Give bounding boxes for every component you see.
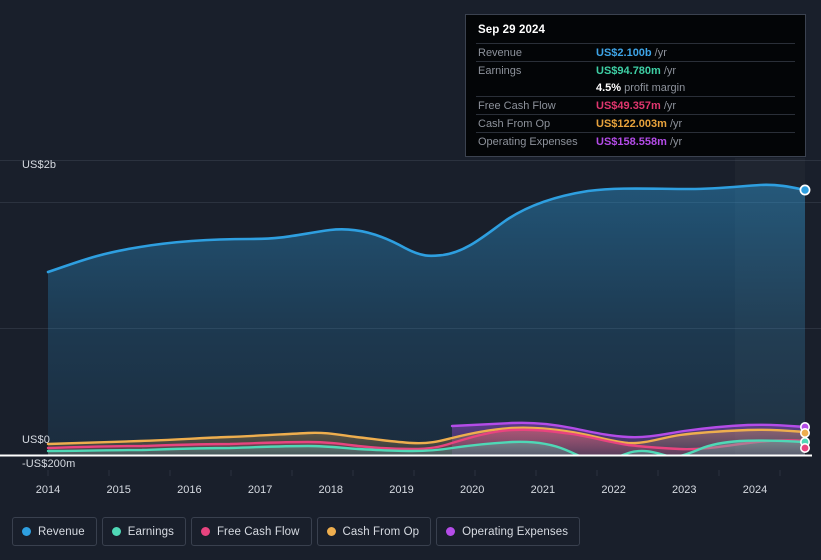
legend-item-operating-expenses[interactable]: Operating Expenses [436, 517, 581, 546]
y-axis-label-negative: -US$200m [22, 458, 76, 470]
x-tick-marks [47, 470, 781, 476]
tooltip-label-cash-from-op: Cash From Op [478, 117, 551, 130]
series-area-revenue [48, 184, 805, 455]
x-axis-tick-2024: 2024 [742, 484, 768, 496]
tooltip-row-operating-expenses: Operating Expenses US$158.558m /yr [476, 132, 795, 150]
tooltip-row-revenue: Revenue US$2.100b /yr [476, 43, 795, 61]
tooltip-label-revenue: Revenue [478, 46, 523, 59]
tooltip-row-cash-from-op: Cash From Op US$122.003m /yr [476, 114, 795, 132]
legend-color-dot-icon [22, 527, 31, 536]
legend-item-revenue[interactable]: Revenue [12, 517, 97, 546]
legend-color-dot-icon [111, 527, 121, 536]
tooltip-label-earnings: Earnings [478, 64, 522, 77]
tooltip-row-profit-margin: 4.5% profit margin [476, 79, 795, 96]
x-axis-tick-2015: 2015 [106, 484, 131, 496]
tooltip-value-profit-margin: 4.5% [596, 81, 622, 94]
legend-color-dot-icon [200, 527, 210, 536]
legend-item-cash-from-op[interactable]: Cash From Op [316, 517, 432, 546]
legend-item-earnings[interactable]: Earnings [101, 517, 186, 546]
legend-item-label: Free Cash Flow [216, 525, 300, 538]
tooltip-unit-earnings: /yr [663, 64, 677, 77]
endpoint-free-cash-flow[interactable] [799, 442, 810, 453]
tooltip-value-cash-from-op: US$122.003m [596, 117, 667, 130]
legend-item-free-cash-flow[interactable]: Free Cash Flow [190, 517, 312, 546]
legend-color-dot-icon [326, 527, 336, 536]
endpoint-revenue[interactable] [799, 184, 811, 196]
y-axis-label-zero: US$0 [22, 434, 50, 446]
y-axis-label-top: US$2b [22, 159, 57, 171]
x-axis-tick-2018: 2018 [318, 484, 344, 496]
tooltip-unit-revenue: /yr [654, 46, 667, 59]
legend-item-label: Operating Expenses [462, 525, 569, 538]
tooltip-row-earnings: Earnings US$94.780m /yr [476, 61, 795, 79]
tooltip-label-profit-margin: profit margin [624, 81, 686, 94]
tooltip-value-revenue: US$2.100b [596, 46, 652, 59]
endpoint-cash-from-op[interactable] [799, 427, 810, 438]
tooltip-unit-operating-expenses: /yr [669, 135, 683, 148]
tooltip-label-free-cash-flow: Free Cash Flow [478, 99, 556, 112]
tooltip-value-operating-expenses: US$158.558m [596, 135, 667, 148]
data-tooltip: Sep 29 2024 Revenue US$2.100b /yr Earnin… [465, 14, 806, 157]
tooltip-value-earnings: US$94.780m [596, 64, 661, 77]
chart-legend: Revenue Earnings Free Cash Flow Cash From O… [12, 517, 581, 546]
tooltip-date: Sep 29 2024 [478, 24, 545, 36]
tooltip-label-operating-expenses: Operating Expenses [478, 135, 578, 148]
tooltip-unit-free-cash-flow: /yr [663, 99, 677, 112]
x-axis-tick-2014: 2014 [35, 484, 61, 496]
x-axis-tick-2017: 2017 [247, 484, 273, 496]
x-axis: 2014 2015 2016 2017 2018 2019 2020 2021 2022 2023… [0, 484, 821, 502]
tooltip-unit-cash-from-op: /yr [669, 117, 683, 130]
x-axis-tick-2022: 2022 [601, 484, 626, 496]
tooltip-row-free-cash-flow: Free Cash Flow US$49.357m /yr [476, 96, 795, 114]
legend-item-label: Cash From Op [342, 525, 420, 538]
x-axis-tick-2016: 2016 [177, 484, 202, 496]
tooltip-value-free-cash-flow: US$49.357m [596, 99, 661, 112]
legend-item-label: Earnings [127, 525, 174, 538]
legend-item-label: Revenue [38, 525, 85, 538]
x-axis-tick-2021: 2021 [530, 484, 556, 496]
x-axis-tick-2019: 2019 [389, 484, 414, 496]
x-axis-tick-2020: 2020 [459, 484, 485, 496]
legend-color-dot-icon [446, 527, 456, 536]
x-axis-tick-2023: 2023 [672, 484, 697, 496]
